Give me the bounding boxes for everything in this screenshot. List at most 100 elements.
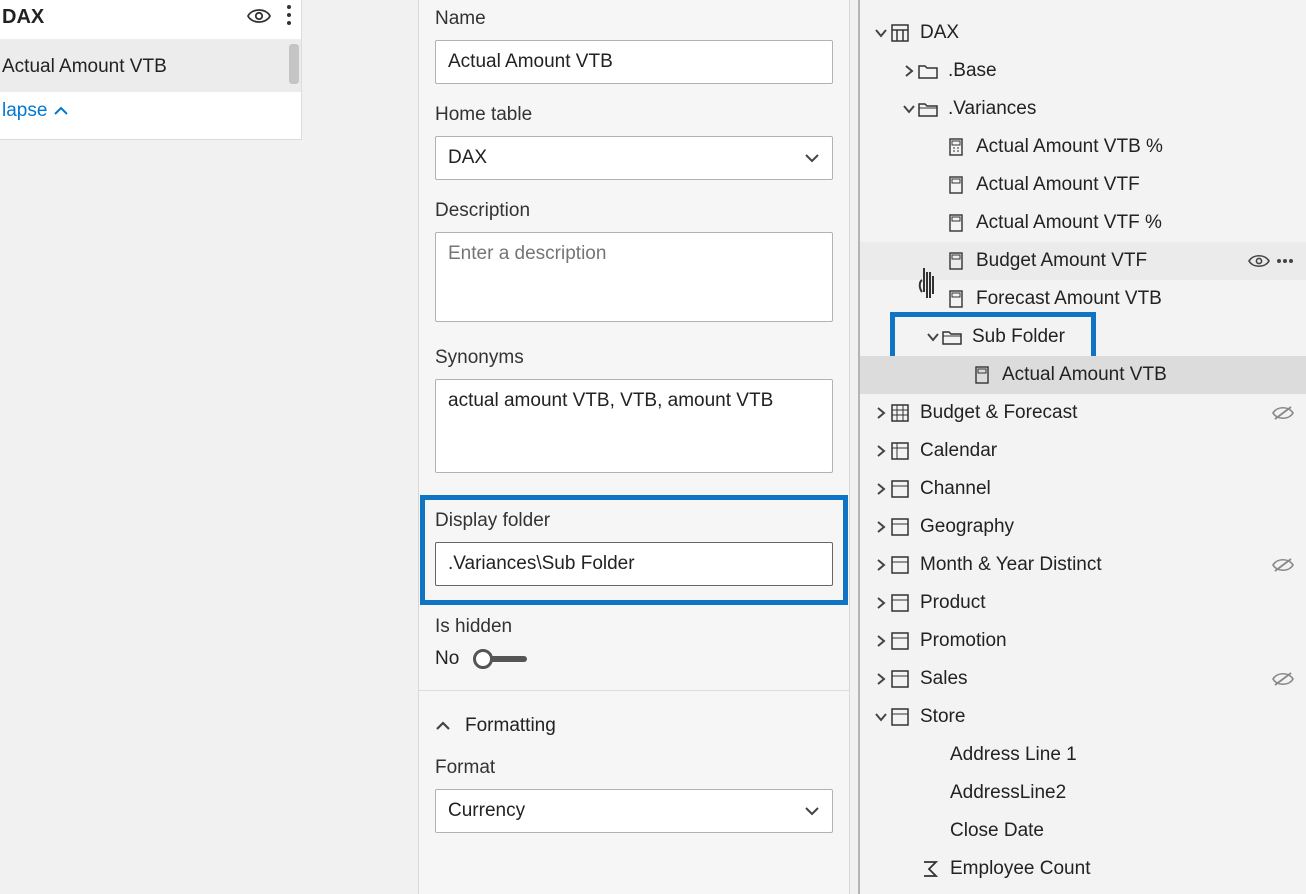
measure-icon bbox=[946, 137, 966, 157]
scrollbar-thumb[interactable] bbox=[289, 44, 299, 84]
tree-label: Actual Amount VTF % bbox=[976, 212, 1306, 234]
left-panel: DAX Actual Amount VTB lapse bbox=[0, 0, 302, 140]
name-label: Name bbox=[435, 8, 833, 30]
tree-measure[interactable]: Employee Count bbox=[860, 850, 1306, 888]
eye-icon[interactable] bbox=[246, 6, 272, 26]
name-input[interactable] bbox=[435, 40, 833, 84]
tree-label: Promotion bbox=[920, 630, 1306, 652]
folder-open-icon bbox=[918, 99, 938, 119]
tree-folder-base[interactable]: .Base bbox=[860, 52, 1306, 90]
is-hidden-toggle[interactable] bbox=[473, 649, 527, 669]
tree-label: Sub Folder bbox=[972, 326, 1079, 348]
table-icon bbox=[890, 441, 910, 461]
tree-table[interactable]: Geography bbox=[860, 508, 1306, 546]
tree-table[interactable]: Month & Year Distinct bbox=[860, 546, 1306, 584]
table-icon bbox=[890, 517, 910, 537]
tree-folder-variances[interactable]: .Variances bbox=[860, 90, 1306, 128]
tree-table[interactable]: Channel bbox=[860, 470, 1306, 508]
format-value: Currency bbox=[448, 800, 525, 822]
properties-panel: Name Home table DAX Description Synonyms… bbox=[418, 0, 850, 894]
tree-table[interactable]: Product bbox=[860, 584, 1306, 622]
tree-label: AddressLine2 bbox=[950, 782, 1306, 804]
tree-measure-selected[interactable]: Actual Amount VTB bbox=[860, 356, 1306, 394]
table-icon bbox=[890, 669, 910, 689]
calc-table-icon bbox=[890, 23, 910, 43]
display-folder-highlight: Display folder bbox=[423, 498, 845, 602]
tree-label: Calendar bbox=[920, 440, 1306, 462]
table-icon bbox=[890, 403, 910, 423]
tree-table-dax[interactable]: DAX bbox=[860, 14, 1306, 52]
table-icon bbox=[890, 479, 910, 499]
tree-label: Product bbox=[920, 592, 1306, 614]
table-icon bbox=[890, 555, 910, 575]
tree-label: DAX bbox=[920, 22, 1306, 44]
tree-label: .Base bbox=[948, 60, 1306, 82]
tree-table[interactable]: Budget & Forecast bbox=[860, 394, 1306, 432]
tree-label: Budget & Forecast bbox=[920, 402, 1272, 424]
cursor-icon bbox=[916, 266, 944, 300]
left-header: DAX bbox=[0, 0, 301, 40]
tree-label: Forecast Amount VTB bbox=[976, 288, 1306, 310]
eye-hidden-icon[interactable] bbox=[1272, 671, 1294, 687]
format-select[interactable]: Currency bbox=[435, 789, 833, 833]
tree-label: Employee Count bbox=[950, 858, 1306, 880]
tree-table[interactable]: Promotion bbox=[860, 622, 1306, 660]
measure-icon bbox=[946, 289, 966, 309]
measure-icon bbox=[946, 251, 966, 271]
tree-label: .Variances bbox=[948, 98, 1306, 120]
chevron-up-icon bbox=[53, 105, 69, 117]
tree-column[interactable]: Address Line 1 bbox=[860, 736, 1306, 774]
format-label: Format bbox=[435, 757, 833, 779]
synonyms-input[interactable]: actual amount VTB, VTB, amount VTB bbox=[435, 379, 833, 473]
more-icon[interactable] bbox=[285, 4, 293, 26]
home-table-label: Home table bbox=[435, 104, 833, 126]
tree-measure[interactable]: Actual Amount VTF % bbox=[860, 204, 1306, 242]
folder-open-icon bbox=[942, 327, 962, 347]
formatting-section-header[interactable]: Formatting bbox=[435, 709, 833, 747]
measure-list-item[interactable]: Actual Amount VTB bbox=[0, 40, 301, 92]
measure-icon bbox=[972, 365, 992, 385]
fields-tree: DAX .Base .Variances Actual Amount VTB %… bbox=[858, 0, 1306, 894]
eye-icon[interactable] bbox=[1248, 253, 1270, 269]
collapse-label: lapse bbox=[2, 100, 47, 122]
description-label: Description bbox=[435, 200, 833, 222]
tree-measure[interactable]: Actual Amount VTF bbox=[860, 166, 1306, 204]
eye-hidden-icon[interactable] bbox=[1272, 557, 1294, 573]
tree-label: Budget Amount VTF bbox=[976, 250, 1248, 272]
formatting-label: Formatting bbox=[465, 715, 556, 737]
chevron-down-icon bbox=[804, 805, 820, 817]
is-hidden-value: No bbox=[435, 648, 459, 670]
left-title: DAX bbox=[2, 6, 238, 29]
tree-column[interactable]: Close Date bbox=[860, 812, 1306, 850]
tree-label: Geography bbox=[920, 516, 1306, 538]
tree-label: Month & Year Distinct bbox=[920, 554, 1272, 576]
tree-table[interactable]: Sales bbox=[860, 660, 1306, 698]
table-icon bbox=[890, 593, 910, 613]
tree-label: Channel bbox=[920, 478, 1306, 500]
eye-hidden-icon[interactable] bbox=[1272, 405, 1294, 421]
tree-table[interactable]: Calendar bbox=[860, 432, 1306, 470]
tree-column[interactable]: AddressLine2 bbox=[860, 774, 1306, 812]
tree-label: Address Line 1 bbox=[950, 744, 1306, 766]
table-icon bbox=[890, 631, 910, 651]
display-folder-label: Display folder bbox=[435, 510, 833, 532]
tree-measure[interactable]: Actual Amount VTB % bbox=[860, 128, 1306, 166]
synonyms-label: Synonyms bbox=[435, 347, 833, 369]
chevron-down-icon bbox=[804, 152, 820, 164]
folder-icon bbox=[918, 61, 938, 81]
tree-folder-subfolder[interactable]: Sub Folder bbox=[860, 318, 1306, 356]
tree-label: Actual Amount VTB bbox=[1002, 364, 1306, 386]
measure-icon bbox=[946, 213, 966, 233]
measure-icon bbox=[946, 175, 966, 195]
more-icon[interactable] bbox=[1276, 258, 1294, 264]
display-folder-input[interactable] bbox=[435, 542, 833, 586]
sum-icon bbox=[920, 859, 940, 879]
home-table-value: DAX bbox=[448, 147, 487, 169]
tree-label: Actual Amount VTB % bbox=[976, 136, 1306, 158]
table-icon bbox=[890, 707, 910, 727]
collapse-link[interactable]: lapse bbox=[0, 92, 301, 130]
chevron-up-icon bbox=[435, 720, 451, 732]
tree-table-store[interactable]: Store bbox=[860, 698, 1306, 736]
home-table-select[interactable]: DAX bbox=[435, 136, 833, 180]
description-input[interactable] bbox=[435, 232, 833, 322]
